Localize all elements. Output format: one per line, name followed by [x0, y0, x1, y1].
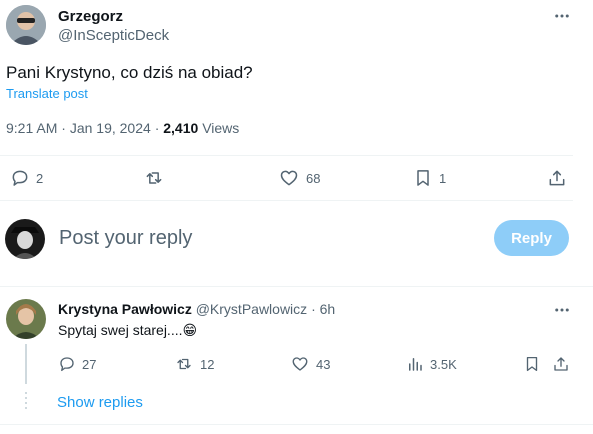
- views-count: 3.5K: [430, 356, 457, 372]
- grinning-emoji: 😁: [182, 322, 198, 338]
- post-meta: 9:21 AM · Jan 19, 2024 · 2,410 Views: [6, 120, 239, 136]
- translate-link[interactable]: Translate post: [6, 86, 88, 101]
- divider: [0, 286, 593, 287]
- like-count: 68: [306, 170, 321, 186]
- show-replies-link[interactable]: Show replies: [57, 394, 143, 411]
- like-action[interactable]: 43: [290, 355, 330, 373]
- like-action[interactable]: 68: [278, 168, 320, 188]
- reply-button[interactable]: Reply: [494, 220, 569, 256]
- divider: [0, 200, 573, 201]
- share-icon: [547, 168, 567, 188]
- meta-separator: ·: [61, 120, 66, 136]
- bookmark-icon: [413, 168, 433, 188]
- reply-author-name[interactable]: Krystyna Pawłowicz: [58, 301, 192, 317]
- meta-separator: ·: [311, 301, 316, 317]
- views-count: 2,410: [163, 120, 199, 136]
- share-action[interactable]: [547, 168, 567, 188]
- post-text: Pani Krystyno, co dziś na obiad?: [6, 63, 253, 82]
- author-handle[interactable]: @InScepticDeck: [58, 27, 169, 44]
- reply-icon: [58, 355, 76, 373]
- heart-icon: [290, 355, 310, 373]
- bookmark-action[interactable]: [523, 355, 541, 373]
- analytics-icon: [406, 355, 424, 373]
- reply-age[interactable]: 6h: [320, 301, 336, 317]
- repost-icon: [174, 355, 194, 373]
- thread-dots: [25, 392, 27, 412]
- reply-count: 27: [82, 356, 97, 372]
- bookmark-count: 1: [439, 170, 447, 186]
- views-label: Views: [202, 120, 240, 136]
- bookmark-icon: [523, 355, 541, 373]
- reply-icon: [10, 168, 30, 188]
- views-action[interactable]: 3.5K: [406, 355, 457, 373]
- meta-separator: ·: [154, 120, 160, 136]
- post-time[interactable]: 9:21 AM: [6, 120, 57, 136]
- more-horizontal-icon[interactable]: [553, 7, 571, 25]
- current-user-avatar[interactable]: [5, 219, 45, 259]
- repost-action[interactable]: [143, 168, 171, 188]
- author-avatar[interactable]: [6, 5, 46, 45]
- divider: [0, 155, 573, 156]
- reply-action[interactable]: 2: [10, 168, 43, 188]
- divider: [0, 424, 593, 425]
- reply-author-handle[interactable]: @KrystPawlowicz: [196, 301, 307, 317]
- reply-input[interactable]: Post your reply: [59, 227, 479, 250]
- reply-author-avatar[interactable]: [6, 299, 46, 339]
- heart-icon: [278, 168, 300, 188]
- reply-header: Krystyna Pawłowicz @KrystPawlowicz · 6h: [58, 301, 335, 317]
- reply-text: Spytaj swej starej....😁: [58, 322, 197, 339]
- repost-action[interactable]: 12: [174, 355, 214, 373]
- reply-action[interactable]: 27: [58, 355, 96, 373]
- share-action[interactable]: [552, 355, 570, 373]
- thread-line: [25, 344, 27, 384]
- repost-count: 12: [200, 356, 215, 372]
- like-count: 43: [316, 356, 331, 372]
- reply-count: 2: [36, 170, 44, 186]
- more-horizontal-icon[interactable]: [553, 301, 571, 319]
- author-name[interactable]: Grzegorz: [58, 8, 123, 25]
- repost-icon: [143, 168, 165, 188]
- post-date[interactable]: Jan 19, 2024: [70, 120, 151, 136]
- share-icon: [552, 355, 570, 373]
- bookmark-action[interactable]: 1: [413, 168, 446, 188]
- reply-text-body: Spytaj swej starej....: [58, 322, 183, 338]
